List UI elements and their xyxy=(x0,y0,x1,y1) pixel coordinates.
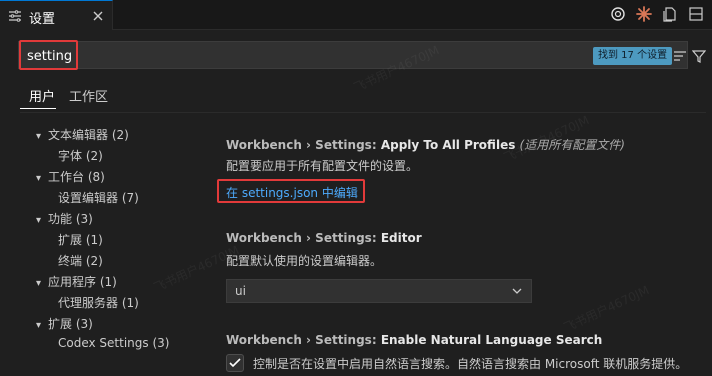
toc-item[interactable]: 设置编辑器 (7) xyxy=(58,189,139,209)
settings-editor: 设置 找到 17 个设置 xyxy=(0,0,712,376)
toc-item[interactable]: 代理服务器 (1) xyxy=(58,294,139,314)
setting-name: Editor xyxy=(380,231,422,245)
open-settings-json-icon[interactable] xyxy=(662,6,678,22)
highlight-box xyxy=(19,40,78,70)
toc-item[interactable]: ▾ 工作台 (8) xyxy=(36,168,105,188)
toc-label: 设置编辑器 (7) xyxy=(58,191,139,205)
toc-label: 功能 (3) xyxy=(48,212,93,226)
toc-label: 文本编辑器 (2) xyxy=(48,128,129,142)
split-editor-icon[interactable] xyxy=(688,6,704,22)
setting-prefix: Workbench › Settings: xyxy=(226,231,381,245)
toc-item[interactable]: Codex Settings (3) xyxy=(58,336,169,356)
editor-select[interactable]: ui xyxy=(226,279,532,303)
toc-label: 扩展 (3) xyxy=(48,317,93,331)
toc-item[interactable]: ▾ 扩展 (3) xyxy=(36,315,93,335)
setting-description: 控制是否在设置中启用自然语言搜索。自然语言搜索由 Microsoft 联机服务提… xyxy=(253,357,688,371)
scope-tabs: 用户 工作区 xyxy=(0,78,712,112)
toc-item[interactable]: ▾ 文本编辑器 (2) xyxy=(36,126,129,146)
natural-language-search-checkbox[interactable] xyxy=(226,354,244,372)
toc-label: 终端 (2) xyxy=(58,254,103,268)
toc-label: 应用程序 (1) xyxy=(48,275,117,289)
toc-label: 扩展 (1) xyxy=(58,233,103,247)
tab-title: 设置 xyxy=(29,12,56,27)
chevron-down-icon xyxy=(511,285,523,297)
editor-tab-bar: 设置 xyxy=(0,0,712,30)
divider xyxy=(20,112,706,113)
check-icon xyxy=(229,358,241,368)
toc-item[interactable]: 字体 (2) xyxy=(58,147,103,167)
toc-item[interactable]: 终端 (2) xyxy=(58,252,103,272)
setting-title: Workbench › Settings: Editor xyxy=(226,231,422,245)
setting-description: 配置默认使用的设置编辑器。 xyxy=(226,254,383,268)
setting-title: Workbench › Settings: Enable Natural Lan… xyxy=(226,333,602,347)
editor-actions xyxy=(610,6,704,24)
list-filter-icon[interactable] xyxy=(673,49,687,63)
toc-item[interactable]: 扩展 (1) xyxy=(58,231,103,251)
setting-prefix: Workbench › Settings: xyxy=(226,333,381,347)
funnel-icon[interactable] xyxy=(691,49,707,63)
toc-label: 字体 (2) xyxy=(58,149,103,163)
toc-item[interactable]: ▾ 功能 (3) xyxy=(36,210,93,230)
chevron-down-icon: ▾ xyxy=(36,278,42,289)
settings-lines-icon xyxy=(8,9,22,23)
chevron-down-icon: ▾ xyxy=(36,131,42,142)
setting-description: 配置要应用于所有配置文件的设置。 xyxy=(226,159,419,173)
tab-user[interactable]: 用户 xyxy=(29,86,55,105)
result-count-badge: 找到 17 个设置 xyxy=(593,47,673,65)
toc-label: 工作台 (8) xyxy=(48,170,105,184)
search-box[interactable] xyxy=(18,41,688,69)
tab-settings[interactable]: 设置 xyxy=(0,0,113,30)
highlight-box xyxy=(217,179,365,203)
active-tab-underline xyxy=(20,108,56,109)
chevron-down-icon: ▾ xyxy=(36,215,42,226)
setting-name: Enable Natural Language Search xyxy=(380,333,603,347)
select-value: ui xyxy=(235,284,246,298)
toc-label: 代理服务器 (1) xyxy=(58,296,139,310)
tab-workspace[interactable]: 工作区 xyxy=(69,86,108,105)
claude-sparkle-icon[interactable] xyxy=(636,6,652,22)
setting-title: Workbench › Settings: Apply To All Profi… xyxy=(226,136,625,153)
setting-prefix: Workbench › Settings: xyxy=(226,138,381,152)
openai-icon[interactable] xyxy=(610,6,626,22)
toc-label: Codex Settings (3) xyxy=(58,336,170,350)
setting-name: Apply To All Profiles xyxy=(380,138,516,152)
setting-note: (适用所有配置文件) xyxy=(519,138,625,152)
chevron-down-icon: ▾ xyxy=(36,320,42,331)
toc-item[interactable]: ▾ 应用程序 (1) xyxy=(36,273,117,293)
close-icon[interactable] xyxy=(90,8,106,24)
chevron-down-icon: ▾ xyxy=(36,173,42,184)
watermark: 飞书用户4670JM xyxy=(561,283,652,335)
